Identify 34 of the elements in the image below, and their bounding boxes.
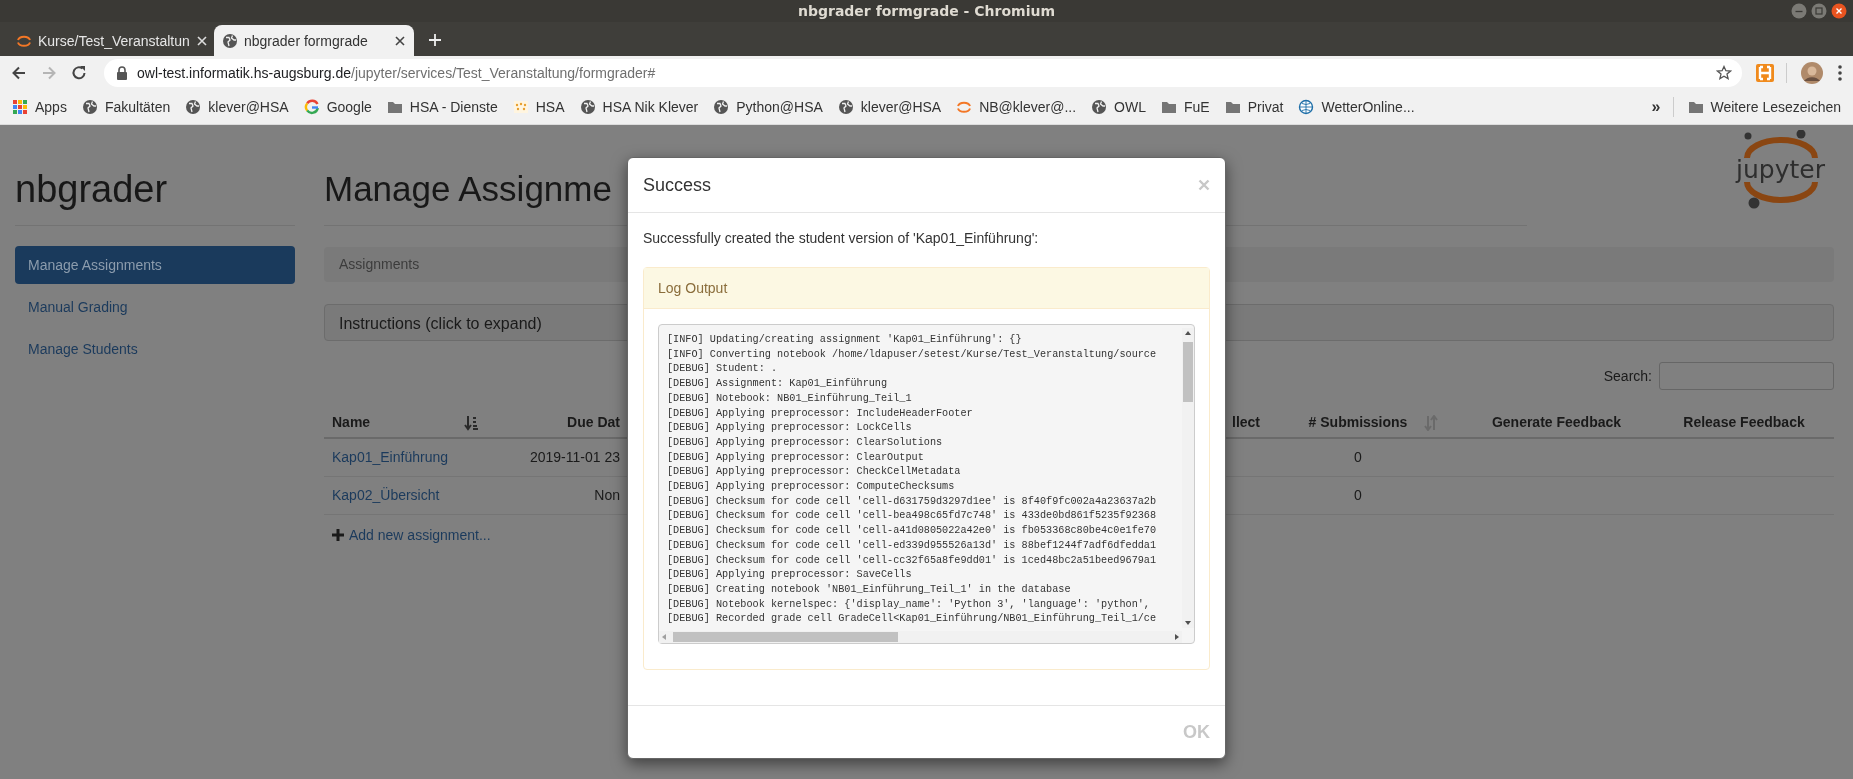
log-line: [DEBUG] Creating notebook 'NB01_Einführung_Teil_1' in the database: [667, 582, 1072, 597]
dialog-message: Successfully created the student version of 'Kap01_Einführung':: [643, 229, 1040, 248]
table-cell-text: 0: [1353, 448, 1363, 467]
log-line: [DEBUG] Applying preprocessor: ClearOutput: [667, 450, 925, 465]
table-cell-text: 2019-11-01 23: [528, 448, 620, 467]
log-line: [DEBUG] Applying preprocessor: LockCells: [667, 421, 913, 436]
log-line: [DEBUG] Student: .: [667, 362, 779, 377]
log-line: [DEBUG] Applying preprocessor: ClearSolutions: [667, 435, 944, 450]
window-title: nbgrader formgrade - Chromium: [798, 3, 1055, 19]
log-line: [DEBUG] Checksum for code cell 'cell-ed339d955526a13d' is 88bef1244f7adf6dfedda1: [667, 538, 1158, 553]
search-label: Search:: [1603, 368, 1652, 384]
log-line: [DEBUG] Applying preprocessor: ComputeChecksums: [667, 480, 956, 495]
log-line: [DEBUG] Assignment: Kap01_Einführung: [667, 377, 889, 392]
log-line: [DEBUG] Checksum for code cell 'cell-cc32f65a8fe9dd01' is 1ced48bc2a51beed9679a1: [667, 553, 1158, 568]
log-line: [INFO] Converting notebook /home/ldapuser/setest/Kurse/Test_Veranstaltung/source: [667, 347, 1158, 362]
log-line: [DEBUG] Checksum for code cell 'cell-a41d0805022a42e0' is fb053368c80be4c0e1fe70: [667, 524, 1158, 539]
tab-title: Kurse/Test_Veranstaltun: [38, 32, 190, 49]
table-cell-text: 0: [1353, 486, 1363, 505]
logo-text: jupyter: [1736, 156, 1825, 184]
panel-heading: Log Output: [644, 268, 1209, 309]
dialog-title: Success: [643, 174, 712, 196]
log-line: [DEBUG] Recorded grade cell GradeCell<Kap01_Einführung/NB01_Einführung_Teil_1/ce: [667, 612, 1158, 627]
table-cell-text: Non: [593, 486, 620, 505]
tab-title: nbgrader formgrade: [244, 32, 369, 49]
url-text: owl-test.informatik.hs-augsburg.de/jupyter/services/Test_Veranstaltung/formgrader#: [137, 65, 657, 81]
log-line: [DEBUG] Notebook kernelspec: {'display_name': 'Python 3', 'language': 'python',: [667, 597, 1151, 612]
log-line: [DEBUG] Checksum for code cell 'cell-d631759d3297d1ee' is 8f40f9fc002a4a23637a2b: [667, 494, 1158, 509]
brand-title: nbgrader: [15, 165, 295, 226]
log-line: [DEBUG] Applying preprocessor: CheckCellMetadata: [667, 465, 962, 480]
log-line: [DEBUG] Notebook: NB01_Einführung_Teil_1: [667, 391, 913, 406]
log-line: [DEBUG] Checksum for code cell 'cell-bea498c65fd7c748' is 433de0bd861f5235f92368: [667, 509, 1158, 524]
log-line: [INFO] Updating/creating assignment 'Kap01_Einführung': {}: [667, 333, 1023, 347]
log-line: [DEBUG] Applying preprocessor: SaveCells: [667, 568, 913, 583]
log-line: [DEBUG] Applying preprocessor: IncludeHeaderFooter: [667, 406, 974, 421]
